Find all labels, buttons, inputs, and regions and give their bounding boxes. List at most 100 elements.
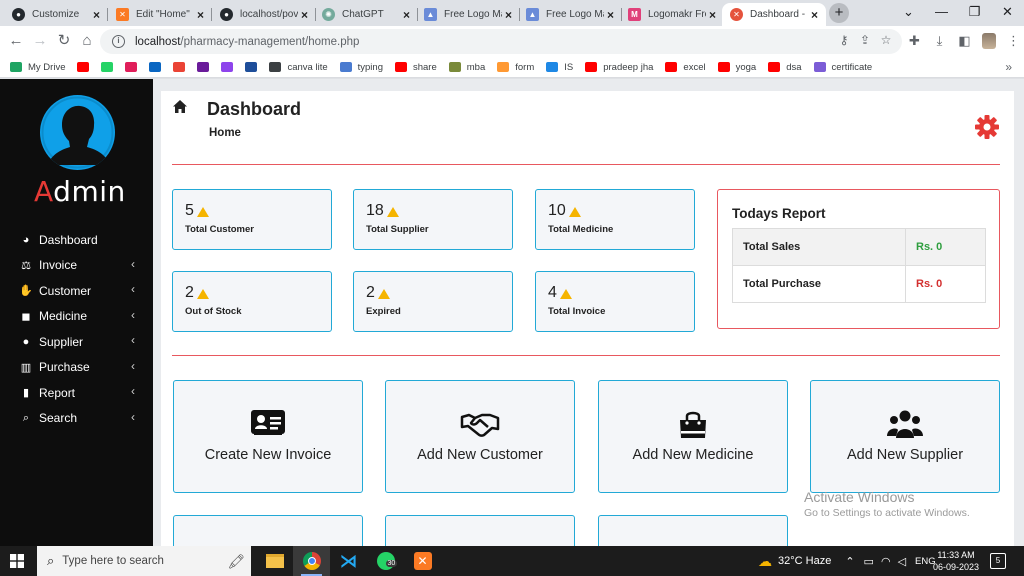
reload-button[interactable]: ↻	[54, 31, 74, 51]
browser-tab[interactable]: ▲ Free Logo Ma ×	[518, 3, 622, 26]
bookmark-item[interactable]: share	[394, 62, 437, 73]
weather-icon[interactable]: ☁	[758, 553, 772, 570]
vscode-taskbar-button[interactable]: ⋊	[330, 546, 367, 576]
close-icon[interactable]: ×	[194, 8, 207, 22]
browser-tab[interactable]: M Logomakr Fre ×	[620, 3, 724, 26]
bookmark-item[interactable]: mba	[448, 62, 485, 73]
bookmark-item[interactable]: dsa	[768, 62, 802, 73]
bookmark-item[interactable]: yoga	[717, 62, 756, 73]
battery-icon[interactable]: ▭	[864, 555, 874, 568]
windows-start-icon[interactable]	[10, 554, 24, 568]
chevron-left-icon: ‹	[131, 282, 135, 296]
action-card[interactable]	[385, 515, 575, 546]
bookmark-item[interactable]	[149, 62, 162, 72]
browser-tab[interactable]: ● Customize ×	[4, 3, 108, 26]
more-bookmarks-icon[interactable]: »	[1005, 60, 1012, 74]
xampp-taskbar-button[interactable]: ✕	[404, 546, 441, 576]
browser-tab[interactable]: ▲ Free Logo Ma ×	[416, 3, 520, 26]
browser-tab[interactable]: ✺ ChatGPT ×	[314, 3, 418, 26]
bookmark-item[interactable]	[197, 62, 210, 72]
canva-icon	[269, 62, 282, 72]
address-bar[interactable]: i localhost/pharmacy-management/home.php…	[100, 29, 902, 54]
bookmark-item[interactable]: IS	[546, 62, 573, 73]
extensions-icon[interactable]: ✚	[902, 31, 927, 51]
add-customer-button[interactable]: Add New Customer	[385, 380, 575, 493]
bookmark-item[interactable]	[101, 62, 114, 72]
stat-card-invoices[interactable]: 4 Total Invoice	[535, 271, 695, 332]
chevron-up-icon[interactable]: ⌃	[845, 555, 854, 568]
bookmark-item[interactable]: form	[497, 62, 534, 73]
menu-dots-icon[interactable]: ⋮	[1001, 31, 1024, 51]
bookmark-item[interactable]: certificate	[813, 61, 873, 73]
close-icon[interactable]: ×	[90, 8, 103, 22]
bookmark-label: certificate	[831, 61, 873, 73]
whatsapp-taskbar-button[interactable]: 30	[367, 546, 404, 576]
action-card[interactable]	[598, 515, 788, 546]
bookmark-item[interactable]	[77, 62, 90, 72]
minimize-button[interactable]: —	[925, 0, 958, 26]
site-info-icon[interactable]: i	[112, 35, 125, 48]
close-icon[interactable]: ×	[502, 8, 515, 22]
bookmark-item[interactable]: pradeep jha	[585, 62, 653, 73]
create-invoice-button[interactable]: Create New Invoice	[173, 380, 363, 493]
share-icon[interactable]: ⇪	[857, 33, 873, 47]
sidebar-item-medicine[interactable]: ◼ Medicine ‹	[0, 304, 153, 330]
browser-tab[interactable]: ✕ Edit "Home" ×	[108, 3, 212, 26]
stat-card-expired[interactable]: 2 Expired	[353, 271, 513, 332]
sidebar-item-search[interactable]: ⌕ Search ‹	[0, 406, 153, 432]
wifi-icon[interactable]: ◠	[881, 555, 891, 568]
search-highlight-icon: 🖍	[227, 552, 245, 569]
bookmark-item[interactable]	[125, 62, 138, 72]
sidebar-item-purchase[interactable]: ▥ Purchase ‹	[0, 355, 153, 381]
stat-card-customers[interactable]: 5 Total Customer	[172, 189, 332, 250]
taskbar-clock[interactable]: 11:33 AM 06-09-2023	[930, 549, 982, 573]
bookmark-item[interactable]	[245, 62, 258, 72]
close-icon[interactable]: ×	[298, 8, 311, 22]
close-window-button[interactable]: ✕	[991, 0, 1024, 26]
close-icon[interactable]: ×	[400, 8, 413, 22]
taskbar-search-input[interactable]: ⌕ Type here to search 🖍	[37, 546, 251, 576]
gear-icon[interactable]	[974, 114, 1000, 140]
restore-button[interactable]: ❐	[958, 0, 991, 26]
home-icon[interactable]	[172, 99, 188, 115]
sidebar-item-dashboard[interactable]: ◕ Dashboard	[0, 227, 153, 253]
bookmark-item[interactable]: My Drive	[10, 62, 65, 73]
forward-button[interactable]: →	[30, 31, 50, 51]
add-supplier-button[interactable]: Add New Supplier	[810, 380, 1000, 493]
chrome-taskbar-button[interactable]	[293, 546, 330, 576]
browser-tab-active[interactable]: ✕ Dashboard - ×	[722, 3, 826, 26]
notification-center-icon[interactable]: 5	[990, 553, 1006, 569]
sidebar-item-invoice[interactable]: ⚖ Invoice ‹	[0, 253, 153, 279]
home-button[interactable]: ⌂	[77, 31, 97, 51]
download-icon[interactable]: ⤓	[927, 31, 952, 51]
close-icon[interactable]: ×	[808, 8, 821, 22]
back-button[interactable]: ←	[6, 31, 26, 51]
browser-tab[interactable]: ● localhost/pov ×	[212, 3, 316, 26]
side-panel-icon[interactable]: ◧	[952, 31, 977, 51]
stat-card-out-of-stock[interactable]: 2 Out of Stock	[172, 271, 332, 332]
key-icon[interactable]: ⚷	[836, 33, 852, 47]
bookmark-item[interactable]	[173, 62, 186, 72]
bookmark-item[interactable]: typing	[339, 62, 383, 73]
sidebar-item-report[interactable]: ▮ Report ‹	[0, 380, 153, 406]
tab-search-icon[interactable]: ⌄	[892, 0, 925, 26]
action-card[interactable]	[173, 515, 363, 546]
sidebar-item-supplier[interactable]: ● Supplier ‹	[0, 329, 153, 355]
star-icon[interactable]: ☆	[878, 33, 894, 47]
new-tab-button[interactable]: +	[829, 3, 849, 23]
volume-icon[interactable]: ◁	[898, 555, 906, 568]
report-label: Total Sales	[732, 228, 906, 266]
file-explorer-button[interactable]	[256, 546, 293, 576]
close-icon[interactable]: ×	[706, 8, 719, 22]
add-medicine-button[interactable]: Add New Medicine	[598, 380, 788, 493]
stat-card-medicines[interactable]: 10 Total Medicine	[535, 189, 695, 250]
bookmark-item[interactable]: excel	[665, 62, 706, 73]
bookmark-item[interactable]: canva lite	[269, 62, 328, 73]
stat-card-suppliers[interactable]: 18 Total Supplier	[353, 189, 513, 250]
bookmark-item[interactable]	[221, 62, 234, 72]
weather-text[interactable]: 32°C Haze	[778, 555, 831, 567]
close-icon[interactable]: ×	[604, 8, 617, 22]
profile-avatar[interactable]	[982, 33, 996, 49]
breadcrumb[interactable]: Home	[209, 127, 241, 139]
sidebar-item-customer[interactable]: ✋ Customer ‹	[0, 278, 153, 304]
